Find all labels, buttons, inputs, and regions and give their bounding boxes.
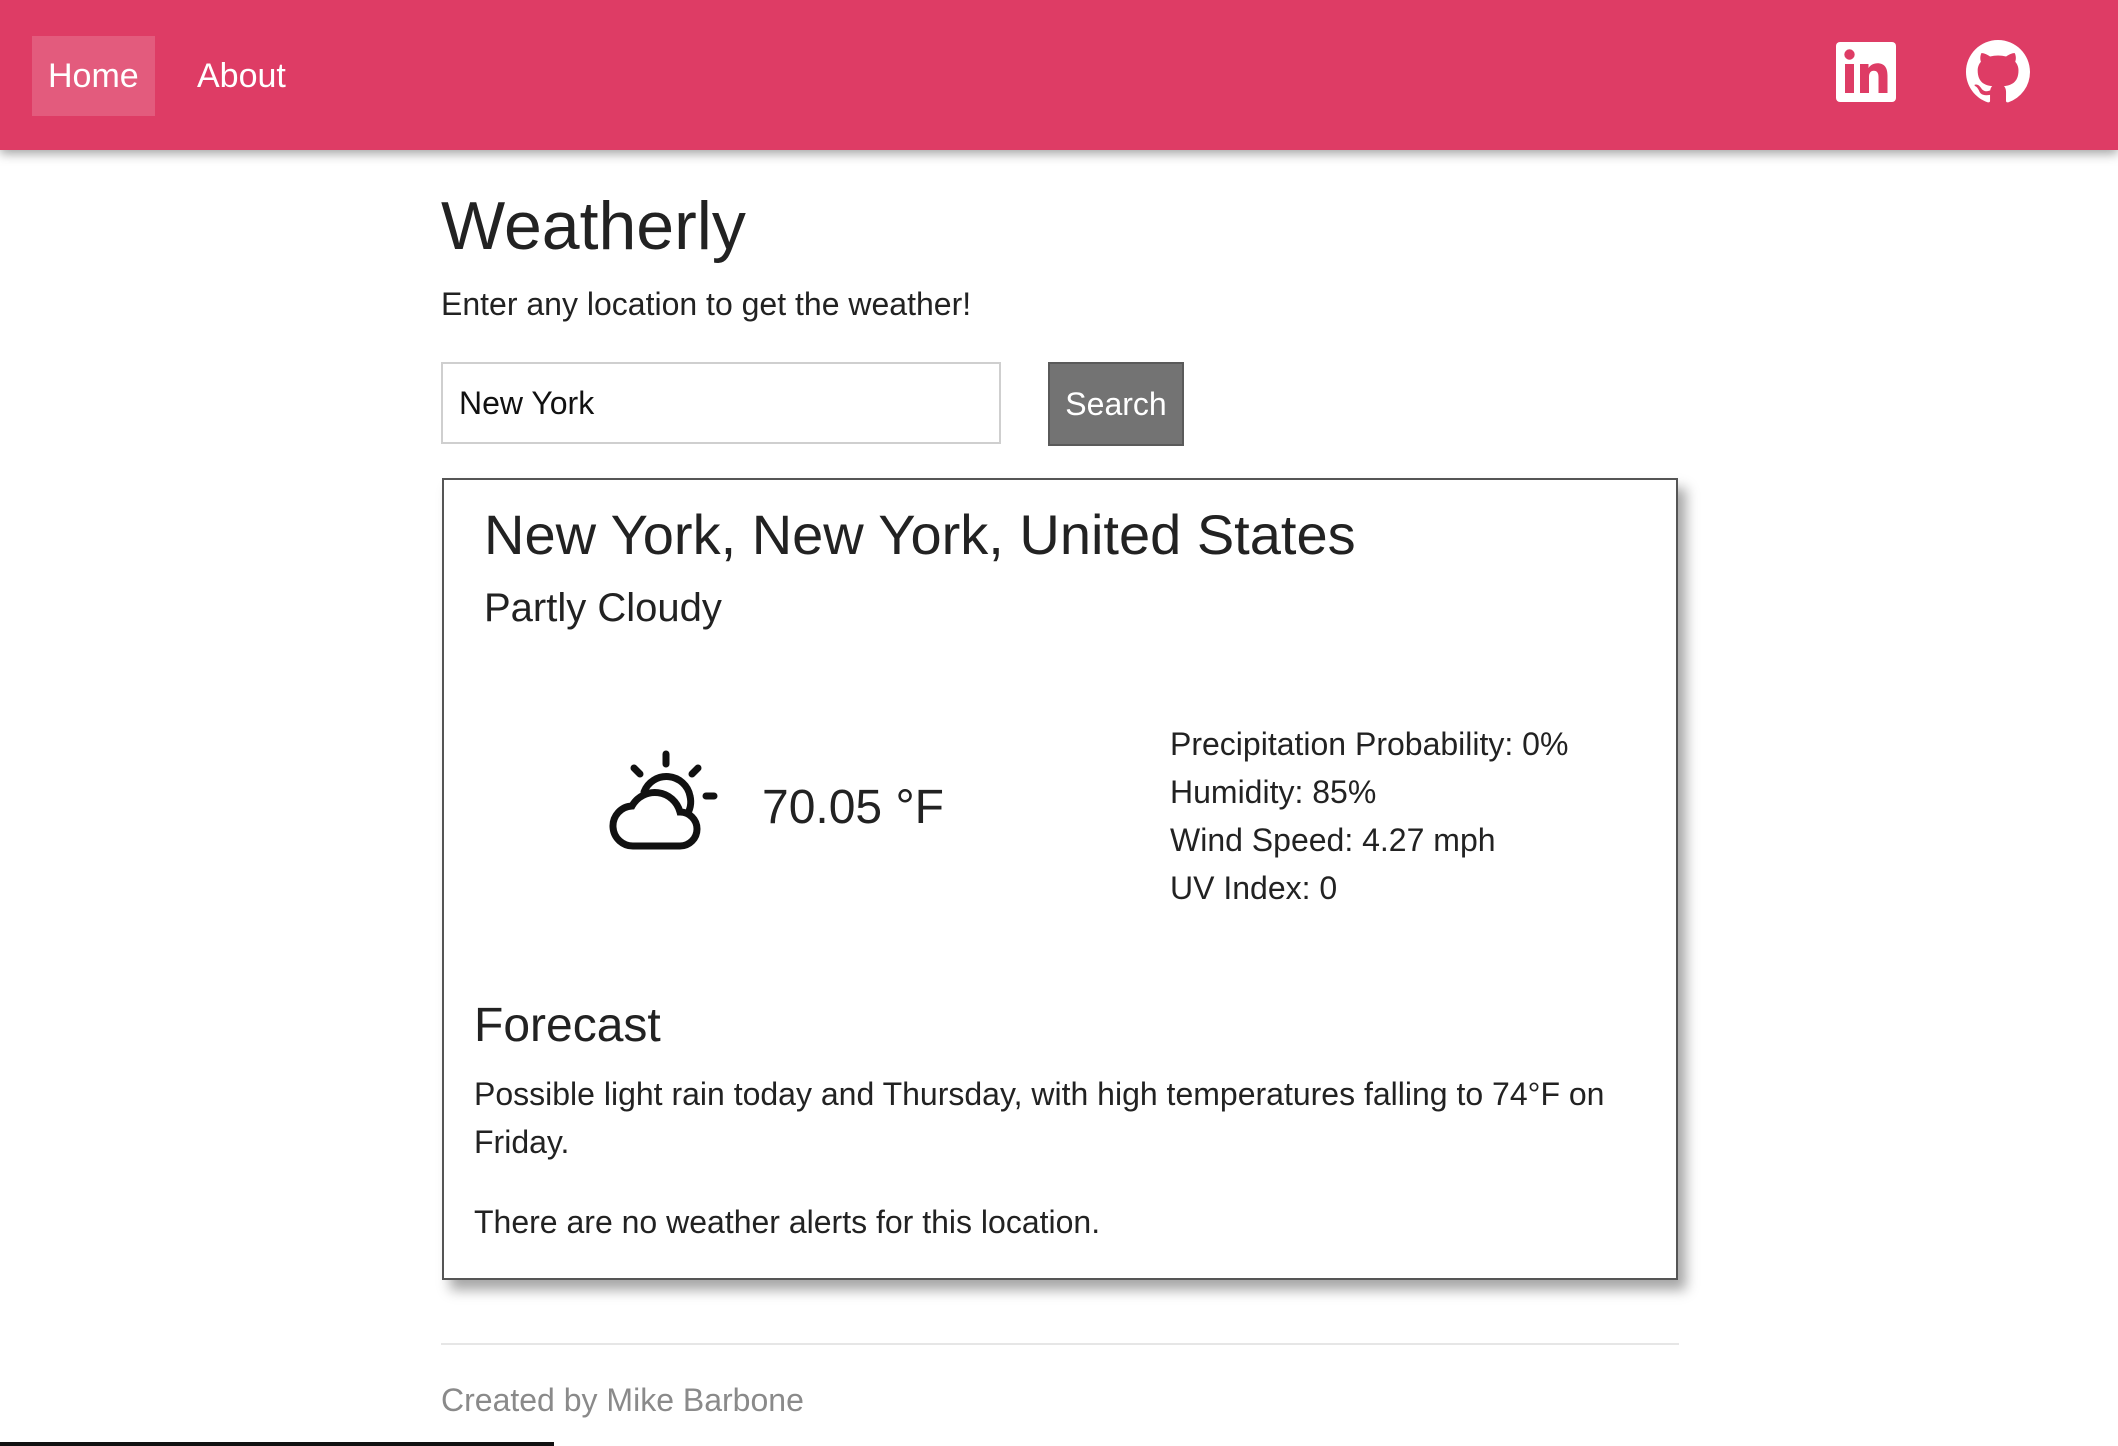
nav-about-link[interactable]: About — [181, 36, 302, 116]
window-edge — [0, 1442, 554, 1446]
github-icon[interactable] — [1966, 40, 2030, 104]
partly-cloudy-icon — [609, 750, 718, 850]
page-title: Weatherly — [441, 188, 746, 264]
page-subtitle: Enter any location to get the weather! — [441, 286, 972, 322]
footer-credit: Created by Mike Barbone — [441, 1382, 804, 1418]
weather-card: New York, New York, United States Partly… — [442, 478, 1678, 1280]
nav-home-link[interactable]: Home — [32, 36, 155, 116]
weather-alerts: There are no weather alerts for this loc… — [474, 1204, 1101, 1240]
navbar: Home About — [0, 0, 2118, 150]
weather-condition: Partly Cloudy — [484, 586, 722, 630]
search-button[interactable]: Search — [1048, 362, 1184, 446]
humidity: Humidity: 85% — [1170, 774, 1377, 810]
precipitation-probability: Precipitation Probability: 0% — [1170, 726, 1569, 762]
temperature-value: 70.05 °F — [762, 781, 944, 834]
linkedin-icon[interactable] — [1834, 40, 1898, 104]
forecast-summary: Possible light rain today and Thursday, … — [474, 1076, 1605, 1160]
wind-speed: Wind Speed: 4.27 mph — [1170, 822, 1496, 858]
footer-divider — [441, 1343, 1679, 1345]
location-search-input[interactable] — [441, 362, 1001, 444]
weather-stats: Precipitation Probability: 0% Humidity: … — [1170, 720, 1568, 912]
forecast-heading: Forecast — [474, 999, 661, 1052]
uv-index: UV Index: 0 — [1170, 870, 1338, 906]
location-name: New York, New York, United States — [484, 503, 1356, 566]
